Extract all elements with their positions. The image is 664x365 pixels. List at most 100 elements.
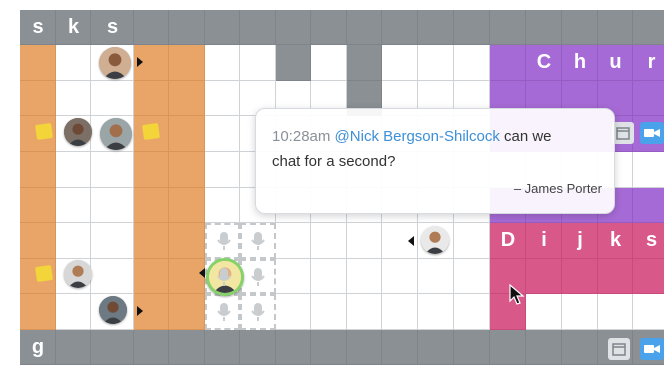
grid-cell[interactable] bbox=[633, 188, 664, 223]
grid-cell[interactable] bbox=[169, 45, 205, 81]
grid-cell[interactable] bbox=[134, 223, 169, 259]
grid-cell[interactable] bbox=[347, 45, 382, 81]
grid-cell[interactable] bbox=[526, 294, 562, 330]
grid-cell[interactable] bbox=[134, 259, 169, 294]
grid-cell[interactable] bbox=[526, 10, 562, 45]
grid-cell[interactable] bbox=[633, 294, 664, 330]
grid-cell[interactable] bbox=[134, 188, 169, 223]
grid-cell[interactable] bbox=[347, 294, 382, 330]
grid-cell[interactable] bbox=[418, 259, 454, 294]
grid-cell[interactable] bbox=[347, 10, 382, 45]
grid-cell[interactable] bbox=[276, 330, 311, 365]
grid-cell[interactable] bbox=[91, 81, 134, 116]
grid-cell[interactable] bbox=[134, 330, 169, 365]
grid-cell[interactable] bbox=[56, 223, 91, 259]
grid-cell[interactable] bbox=[490, 330, 526, 365]
grid-cell[interactable] bbox=[134, 152, 169, 188]
grid-cell[interactable] bbox=[56, 152, 91, 188]
grid-cell[interactable] bbox=[276, 259, 311, 294]
grid-cell[interactable] bbox=[633, 10, 664, 45]
user-avatar[interactable] bbox=[64, 118, 92, 146]
grid-cell[interactable] bbox=[91, 330, 134, 365]
grid-cell[interactable] bbox=[20, 294, 56, 330]
grid-cell[interactable] bbox=[311, 259, 347, 294]
grid-cell[interactable] bbox=[56, 294, 91, 330]
grid-cell[interactable] bbox=[382, 259, 418, 294]
grid-cell[interactable] bbox=[490, 45, 526, 81]
grid-cell[interactable] bbox=[20, 45, 56, 81]
grid-cell[interactable] bbox=[169, 330, 205, 365]
grid-cell[interactable] bbox=[526, 330, 562, 365]
grid-cell[interactable] bbox=[169, 188, 205, 223]
grid-cell[interactable] bbox=[205, 116, 240, 152]
grid-cell[interactable] bbox=[562, 259, 598, 294]
grid-cell[interactable] bbox=[311, 45, 347, 81]
grid-cell[interactable] bbox=[311, 223, 347, 259]
grid-cell[interactable] bbox=[134, 81, 169, 116]
grid-cell[interactable] bbox=[276, 10, 311, 45]
grid-cell[interactable] bbox=[169, 81, 205, 116]
video-camera-icon[interactable] bbox=[640, 338, 664, 365]
user-avatar[interactable] bbox=[64, 260, 92, 288]
grid-cell[interactable] bbox=[240, 330, 276, 365]
grid-cell[interactable] bbox=[454, 10, 490, 45]
grid-cell[interactable] bbox=[56, 45, 91, 81]
grid-cell[interactable] bbox=[311, 330, 347, 365]
grid-cell[interactable] bbox=[169, 223, 205, 259]
grid-cell[interactable] bbox=[240, 10, 276, 45]
grid-cell[interactable] bbox=[56, 188, 91, 223]
grid-cell[interactable] bbox=[20, 188, 56, 223]
user-avatar[interactable] bbox=[421, 226, 449, 254]
grid-cell[interactable] bbox=[454, 45, 490, 81]
grid-cell[interactable] bbox=[562, 10, 598, 45]
grid-cell[interactable] bbox=[169, 116, 205, 152]
grid-cell[interactable] bbox=[633, 259, 664, 294]
grid-cell[interactable] bbox=[598, 259, 633, 294]
message-mention[interactable]: @Nick Bergson-Shilcock bbox=[335, 128, 500, 145]
grid-cell[interactable] bbox=[418, 10, 454, 45]
grid-cell[interactable] bbox=[311, 294, 347, 330]
grid-cell[interactable] bbox=[91, 188, 134, 223]
grid-cell[interactable] bbox=[382, 330, 418, 365]
grid-cell[interactable] bbox=[205, 10, 240, 45]
calendar-icon[interactable] bbox=[612, 122, 634, 149]
grid-cell[interactable] bbox=[633, 152, 664, 188]
grid-cell[interactable] bbox=[205, 152, 240, 188]
user-avatar[interactable] bbox=[100, 118, 132, 150]
grid-cell[interactable] bbox=[169, 152, 205, 188]
grid-cell[interactable] bbox=[526, 259, 562, 294]
grid-cell[interactable] bbox=[240, 45, 276, 81]
grid-cell[interactable] bbox=[347, 223, 382, 259]
grid-cell[interactable] bbox=[562, 330, 598, 365]
grid-cell[interactable] bbox=[20, 223, 56, 259]
grid-cell[interactable] bbox=[91, 152, 134, 188]
grid-cell[interactable] bbox=[418, 330, 454, 365]
grid-cell[interactable] bbox=[382, 45, 418, 81]
grid-cell[interactable] bbox=[454, 330, 490, 365]
grid-cell[interactable] bbox=[134, 10, 169, 45]
grid-cell[interactable] bbox=[311, 10, 347, 45]
grid-cell[interactable] bbox=[91, 259, 134, 294]
grid-cell[interactable] bbox=[276, 294, 311, 330]
grid-cell[interactable] bbox=[418, 294, 454, 330]
grid-cell[interactable] bbox=[382, 10, 418, 45]
grid-cell[interactable] bbox=[91, 223, 134, 259]
grid-cell[interactable] bbox=[490, 10, 526, 45]
user-avatar[interactable] bbox=[99, 296, 127, 324]
grid-cell[interactable] bbox=[20, 81, 56, 116]
message-popup[interactable]: 10:28am @Nick Bergson-Shilcock can we ch… bbox=[255, 108, 615, 214]
grid-cell[interactable] bbox=[169, 294, 205, 330]
grid-cell[interactable] bbox=[276, 45, 311, 81]
grid-cell[interactable] bbox=[169, 10, 205, 45]
calendar-icon[interactable] bbox=[608, 338, 630, 365]
grid-cell[interactable] bbox=[454, 294, 490, 330]
grid-cell[interactable] bbox=[205, 188, 240, 223]
grid-cell[interactable] bbox=[454, 223, 490, 259]
video-camera-icon[interactable] bbox=[640, 122, 664, 149]
grid-cell[interactable] bbox=[598, 294, 633, 330]
grid-cell[interactable] bbox=[382, 294, 418, 330]
grid-cell[interactable] bbox=[205, 45, 240, 81]
grid-cell[interactable] bbox=[633, 81, 664, 116]
grid-cell[interactable] bbox=[276, 223, 311, 259]
grid-cell[interactable] bbox=[418, 45, 454, 81]
